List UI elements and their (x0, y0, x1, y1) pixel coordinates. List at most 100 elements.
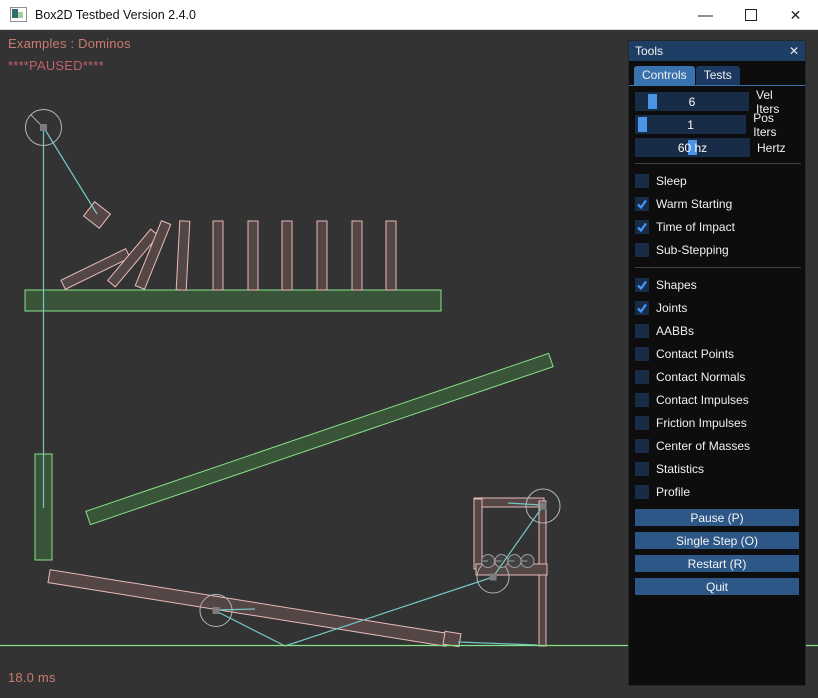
slider-value: 1 (635, 115, 746, 134)
checkbox-box[interactable] (635, 370, 649, 384)
checkbox-joints[interactable]: Joints (635, 296, 799, 319)
standing-domino-4 (282, 221, 292, 290)
checkbox-box[interactable] (635, 416, 649, 430)
restart-r-button[interactable]: Restart (R) (635, 555, 799, 572)
slider-track[interactable]: 60 hz (635, 138, 750, 157)
button-column: Pause (P) Single Step (O) Restart (R) Quit (635, 509, 799, 595)
checkbox-contact-impulses[interactable]: Contact Impulses (635, 388, 799, 411)
slider-row-vel-iters: 6Vel Iters (635, 92, 799, 111)
checkbox-label: Sub-Stepping (656, 243, 729, 257)
slider-row-hertz: 60 hz Hertz (635, 138, 799, 157)
checkbox-label: Sleep (656, 174, 687, 188)
checkbox-box[interactable] (635, 243, 649, 257)
checkbox-time-of-impact[interactable]: Time of Impact (635, 215, 799, 238)
close-icon: ✕ (790, 7, 802, 24)
frame-time: 18.0 ms (8, 670, 56, 685)
standing-domino-3 (248, 221, 258, 290)
plank-tip-block (443, 631, 461, 646)
wheel-at-stand-shelf-anchor (490, 574, 497, 581)
close-button[interactable]: ✕ (773, 0, 818, 30)
checkbox-statistics[interactable]: Statistics (635, 457, 799, 480)
checkbox-label: Time of Impact (656, 220, 735, 234)
window-titlebar: Box2D Testbed Version 2.4.0 — ✕ (0, 0, 818, 30)
tilted-floor-plank (48, 570, 448, 647)
checkbox-box[interactable] (635, 220, 649, 234)
checkbox-shapes[interactable]: Shapes (635, 273, 799, 296)
tab-controls[interactable]: Controls (634, 66, 695, 85)
checkmark-icon (635, 220, 649, 234)
checkbox-profile[interactable]: Profile (635, 480, 799, 503)
example-title: Examples : Dominos (8, 36, 131, 51)
slider-track[interactable]: 1 (635, 115, 746, 134)
standing-domino-6 (352, 221, 362, 290)
checkmark-icon (635, 197, 649, 211)
checkbox-aabbs[interactable]: AABBs (635, 319, 799, 342)
checkbox-box[interactable] (635, 174, 649, 188)
checkbox-label: Shapes (656, 278, 697, 292)
tab-tests[interactable]: Tests (696, 66, 740, 85)
standing-domino-1 (176, 221, 190, 290)
checkbox-contact-normals[interactable]: Contact Normals (635, 365, 799, 388)
pendulum-box (84, 202, 111, 228)
window-title: Box2D Testbed Version 2.4.0 (35, 8, 196, 22)
checkbox-box[interactable] (635, 393, 649, 407)
single-step-o-button[interactable]: Single Step (O) (635, 532, 799, 549)
quit-button[interactable]: Quit (635, 578, 799, 595)
slider-group: 6Vel Iters 1Pos Iters 60 hz Hertz (635, 92, 799, 157)
checkbox-label: Center of Masses (656, 439, 750, 453)
slider-value: 60 hz (635, 138, 750, 157)
joint-ground-segment (458, 642, 537, 645)
tools-panel: Tools ✕ ControlsTests 6Vel Iters 1Pos Ite… (628, 40, 806, 686)
checkbox-label: Profile (656, 485, 690, 499)
pause-p-button[interactable]: Pause (P) (635, 509, 799, 526)
checkbox-contact-points[interactable]: Contact Points (635, 342, 799, 365)
checkbox-box[interactable] (635, 439, 649, 453)
checkbox-label: Contact Normals (656, 370, 745, 384)
checkbox-box[interactable] (635, 485, 649, 499)
checkbox-box[interactable] (635, 462, 649, 476)
pulley-wheel-top-left-anchor (40, 124, 47, 131)
checkmark-icon (635, 278, 649, 292)
checkbox-label: Friction Impulses (656, 416, 747, 430)
separator (635, 267, 801, 268)
checkbox-label: Contact Points (656, 347, 734, 361)
checkbox-label: Joints (656, 301, 687, 315)
checkbox-sleep[interactable]: Sleep (635, 169, 799, 192)
domino-shelf (25, 290, 441, 311)
checkbox-groups: Sleep Warm Starting Time of Impact Sub-Step… (635, 163, 799, 503)
joint-pendulum (44, 128, 97, 214)
checkbox-label: Warm Starting (656, 197, 732, 211)
tools-close-icon[interactable]: ✕ (789, 44, 799, 58)
checkbox-box[interactable] (635, 301, 649, 315)
slider-row-pos-iters: 1Pos Iters (635, 115, 799, 134)
standing-domino-2 (213, 221, 223, 290)
checkbox-box[interactable] (635, 324, 649, 338)
slider-track[interactable]: 6 (635, 92, 749, 111)
tools-tab-bar: ControlsTests (629, 61, 805, 86)
checkbox-label: Statistics (656, 462, 704, 476)
tools-panel-title: Tools (635, 44, 663, 58)
checkbox-label: AABBs (656, 324, 694, 338)
app-icon (10, 7, 27, 22)
standing-domino-5 (317, 221, 327, 290)
checkbox-friction-impulses[interactable]: Friction Impulses (635, 411, 799, 434)
checkbox-center-of-masses[interactable]: Center of Masses (635, 434, 799, 457)
checkmark-icon (635, 301, 649, 315)
checkbox-box[interactable] (635, 347, 649, 361)
wheel-at-stand-top-anchor (540, 503, 547, 510)
checkbox-box[interactable] (635, 278, 649, 292)
stand-left-post (474, 499, 482, 569)
checkbox-warm-starting[interactable]: Warm Starting (635, 192, 799, 215)
slider-label: Hertz (757, 141, 786, 155)
separator (635, 163, 801, 164)
checkbox-sub-stepping[interactable]: Sub-Stepping (635, 238, 799, 261)
slider-value: 6 (635, 92, 749, 111)
wheel-on-floor-plank-anchor (213, 607, 220, 614)
tools-panel-titlebar[interactable]: Tools ✕ (629, 41, 805, 61)
checkbox-box[interactable] (635, 197, 649, 211)
checkbox-label: Contact Impulses (656, 393, 749, 407)
minimize-button[interactable]: — (683, 0, 728, 30)
maximize-icon (745, 9, 757, 21)
standing-domino-7 (386, 221, 396, 290)
maximize-button[interactable] (728, 0, 773, 30)
